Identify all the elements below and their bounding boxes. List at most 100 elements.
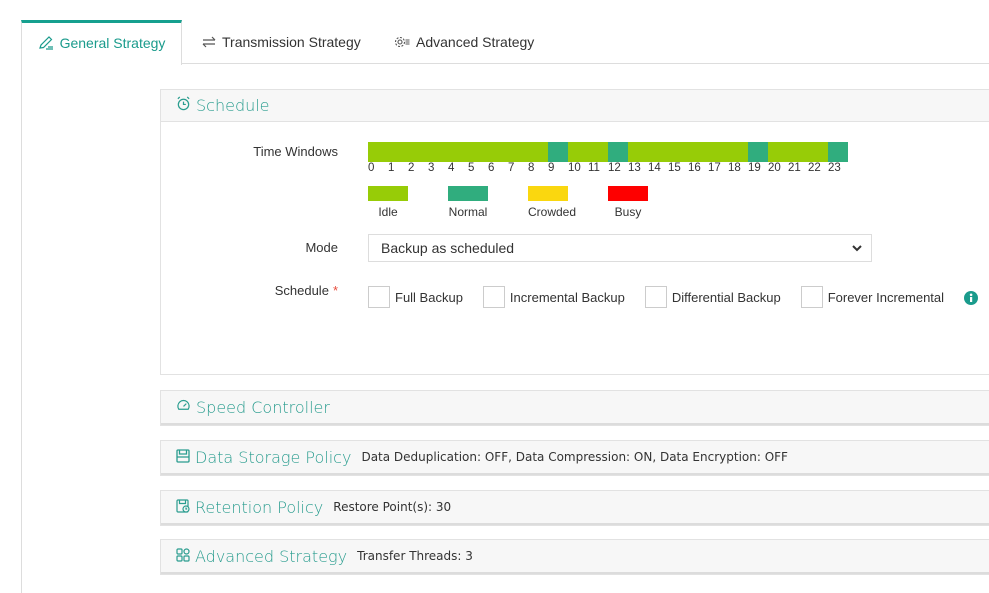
forever-incremental-checkbox[interactable] <box>800 286 823 308</box>
hour-tick: 21 <box>788 162 801 174</box>
panel-title: Advanced Strategy <box>195 546 348 566</box>
hour-tick: 13 <box>628 162 641 174</box>
data-storage-policy-panel[interactable]: Data Storage Policy Data Deduplication: … <box>160 440 989 476</box>
info-icon[interactable] <box>964 291 978 310</box>
strategy-tabs: General Strategy Transmission Strategy A… <box>21 20 989 65</box>
incremental-backup-checkbox[interactable] <box>482 286 505 308</box>
hour-cell-7[interactable] <box>508 142 528 162</box>
hour-tick: 9 <box>548 162 555 174</box>
hour-cell-13[interactable] <box>628 142 648 162</box>
time-windows-legend: Idle Normal Crowded Busy <box>368 186 688 219</box>
hour-cell-22[interactable] <box>808 142 828 162</box>
hour-tick: 22 <box>808 162 821 174</box>
hour-cell-9[interactable] <box>548 142 568 162</box>
transfer-icon <box>202 36 216 48</box>
time-windows-label: Time Windows <box>253 144 338 159</box>
hour-tick: 6 <box>488 162 495 174</box>
mode-select-value: Backup as scheduled <box>381 240 515 256</box>
schedule-options: Full Backup Incremental Backup Different… <box>368 286 964 308</box>
advanced-strategy-panel[interactable]: Advanced Strategy Transfer Threads: 3 <box>160 539 989 575</box>
save-icon <box>176 448 190 467</box>
hour-cell-14[interactable] <box>648 142 668 162</box>
hour-cell-11[interactable] <box>588 142 608 162</box>
tab-advanced-strategy[interactable]: Advanced Strategy <box>394 20 534 64</box>
tab-transmission-strategy[interactable]: Transmission Strategy <box>202 20 361 64</box>
hour-tick: 8 <box>528 162 535 174</box>
edit-icon <box>38 35 54 51</box>
tab-label: General Strategy <box>59 35 166 51</box>
hour-cell-15[interactable] <box>668 142 688 162</box>
legend-item-normal: Normal <box>448 186 508 219</box>
legend-item-crowded: Crowded <box>528 186 588 219</box>
hour-cell-12[interactable] <box>608 142 628 162</box>
tab-label: Advanced Strategy <box>416 34 535 50</box>
hour-cell-21[interactable] <box>788 142 808 162</box>
legend-label: Normal <box>448 205 488 219</box>
legend-swatch <box>368 186 408 201</box>
mode-select[interactable]: Backup as scheduled <box>368 234 872 262</box>
time-windows-bar[interactable] <box>368 142 848 162</box>
hour-tick: 18 <box>728 162 741 174</box>
schedule-panel: Schedule Time Windows 0 1 2 3 4 5 6 7 8 9 10 11 12 13… <box>160 89 989 375</box>
hour-cell-18[interactable] <box>728 142 748 162</box>
hour-cell-1[interactable] <box>388 142 408 162</box>
hour-tick: 12 <box>608 162 621 174</box>
retention-icon <box>176 498 190 517</box>
hour-tick: 5 <box>468 162 475 174</box>
legend-swatch <box>528 186 568 201</box>
hour-tick: 4 <box>448 162 455 174</box>
hour-cell-0[interactable] <box>368 142 388 162</box>
hour-tick: 7 <box>508 162 515 174</box>
legend-item-idle: Idle <box>368 186 428 219</box>
hour-cell-6[interactable] <box>488 142 508 162</box>
panel-title: Data Storage Policy <box>195 447 352 467</box>
panel-title: Schedule <box>196 96 270 115</box>
hour-tick: 10 <box>568 162 581 174</box>
mode-label: Mode <box>305 240 338 255</box>
grid-icon <box>176 547 190 566</box>
panel-title: Speed Controller <box>196 397 330 417</box>
full-backup-checkbox[interactable] <box>368 286 390 308</box>
panel-summary: Data Deduplication: OFF, Data Compressio… <box>361 450 788 464</box>
speed-controller-panel[interactable]: Speed Controller <box>160 390 989 426</box>
schedule-panel-header[interactable]: Schedule <box>161 90 989 122</box>
hour-cell-16[interactable] <box>688 142 708 162</box>
full-backup-label[interactable]: Full Backup <box>395 290 463 305</box>
hour-tick: 0 <box>368 162 375 174</box>
hour-tick: 2 <box>408 162 415 174</box>
differential-backup-checkbox[interactable] <box>644 286 667 308</box>
hour-cell-2[interactable] <box>408 142 428 162</box>
forever-incremental-label[interactable]: Forever Incremental <box>828 290 944 305</box>
hour-tick: 1 <box>388 162 395 174</box>
speedometer-icon <box>176 398 191 417</box>
hour-cell-5[interactable] <box>468 142 488 162</box>
legend-item-busy: Busy <box>608 186 668 219</box>
hour-cell-3[interactable] <box>428 142 448 162</box>
hour-tick: 19 <box>748 162 761 174</box>
hour-cell-23[interactable] <box>828 142 848 162</box>
gear-list-icon <box>394 35 410 49</box>
differential-backup-label[interactable]: Differential Backup <box>672 290 781 305</box>
legend-swatch <box>608 186 648 201</box>
hour-cell-19[interactable] <box>748 142 768 162</box>
hour-cell-20[interactable] <box>768 142 788 162</box>
alarm-clock-icon <box>176 96 191 115</box>
legend-label: Crowded <box>528 205 577 219</box>
chevron-down-icon <box>851 241 863 257</box>
hour-ticks: 0 1 2 3 4 5 6 7 8 9 10 11 12 13 14 15 16 17 18 19 20 21 22 23 <box>368 162 848 174</box>
hour-cell-17[interactable] <box>708 142 728 162</box>
hour-tick: 3 <box>428 162 435 174</box>
panel-summary: Transfer Threads: 3 <box>357 549 473 563</box>
retention-policy-panel[interactable]: Retention Policy Restore Point(s): 30 <box>160 490 989 526</box>
hour-cell-8[interactable] <box>528 142 548 162</box>
legend-swatch <box>448 186 488 201</box>
panel-summary: Restore Point(s): 30 <box>333 500 452 514</box>
hour-tick: 11 <box>588 162 600 174</box>
hour-tick: 14 <box>648 162 661 174</box>
tab-general-strategy[interactable]: General Strategy <box>21 20 182 65</box>
hour-tick: 23 <box>828 162 841 174</box>
incremental-backup-label[interactable]: Incremental Backup <box>510 290 625 305</box>
hour-cell-4[interactable] <box>448 142 468 162</box>
hour-cell-10[interactable] <box>568 142 588 162</box>
legend-label: Busy <box>614 205 642 219</box>
